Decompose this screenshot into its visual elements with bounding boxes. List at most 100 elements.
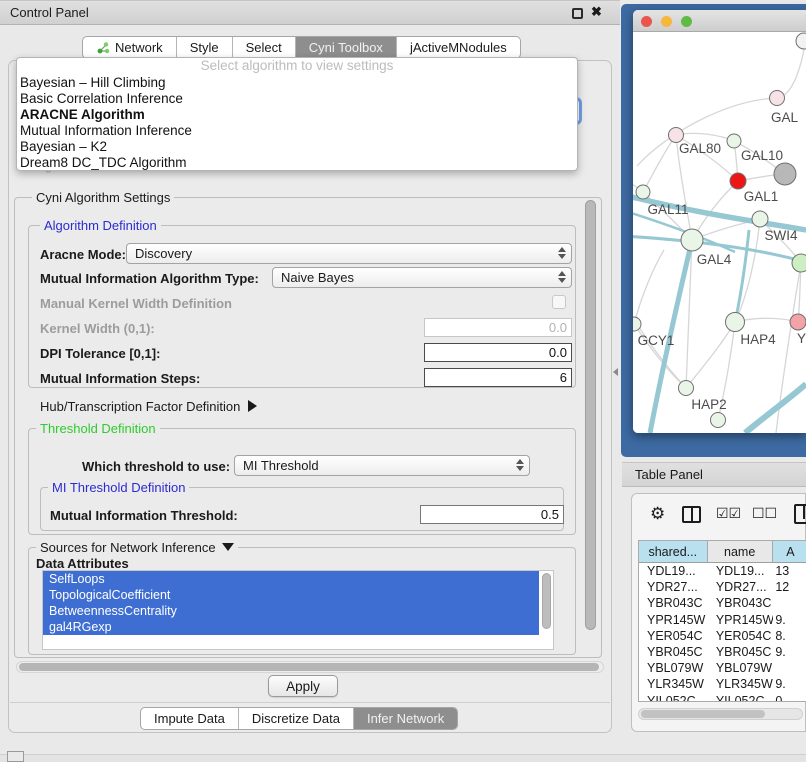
aracne-mode-combobox[interactable]: Discovery (126, 243, 572, 264)
attribute-item-selected[interactable]: gal4RGexp (43, 619, 539, 635)
dropdown-item[interactable]: Bayesian – Hill Climbing (17, 75, 577, 91)
mi-type-combobox[interactable]: Naive Bayes (272, 267, 572, 288)
dropdown-item[interactable]: Basic Correlation Inference (17, 91, 577, 107)
column-header-partial[interactable]: A (773, 541, 806, 562)
tab-jactivemnodules[interactable]: jActiveMNodules (397, 37, 520, 58)
data-attributes-list[interactable]: SelfLoopsTopologicalCoefficientBetweenne… (42, 570, 554, 650)
float-panel-icon[interactable] (572, 8, 583, 19)
dropdown-item[interactable]: Dream8 DC_TDC Algorithm (17, 155, 577, 171)
network-window[interactable]: GAL80 GAL10 GAL1 GAL11 SWI4 GAL4 GCY1 HA… (633, 10, 806, 433)
splitter-collapse-icon[interactable] (613, 368, 618, 376)
attribute-item-selected[interactable]: BetweennessCentrality (43, 603, 539, 619)
application-root: Control Panel ✖ Network Style Select Cyn… (0, 0, 806, 762)
label-gal-partial: GAL (771, 110, 799, 125)
node-y-partial[interactable] (790, 314, 806, 330)
table-row[interactable]: YIL052CYIL052C0. (639, 693, 806, 703)
algorithm-definition-title: Algorithm Definition (40, 218, 161, 233)
select-all-checkboxes-icon[interactable]: ☑☑ (716, 505, 741, 522)
tab-cyni-toolbox[interactable]: Cyni Toolbox (296, 37, 397, 58)
split-pane-icon[interactable] (682, 506, 701, 523)
manual-kernel-label: Manual Kernel Width Definition (40, 296, 232, 311)
tab-network[interactable]: Network (83, 37, 177, 58)
threshold-definition-title: Threshold Definition (36, 421, 160, 436)
network-window-titlebar[interactable] (633, 10, 806, 32)
mi-threshold-label: Mutual Information Threshold: (50, 508, 238, 523)
node-gal10[interactable] (727, 134, 741, 148)
table-panel-body: ⚙ ☑☑ ☐☐ shared... name A YDL19...YDL19..… (631, 493, 806, 732)
close-panel-icon[interactable]: ✖ (591, 4, 602, 20)
add-column-icon[interactable] (794, 504, 806, 524)
dpi-tolerance-label: DPI Tolerance [0,1]: (40, 346, 160, 361)
column-header-name[interactable]: name (708, 541, 773, 562)
stepper-arrows-icon (516, 459, 524, 471)
window-minimize-icon[interactable] (661, 16, 672, 27)
table-row[interactable]: YPR145WYPR145W9. (639, 612, 806, 628)
attribute-item-selected[interactable]: TopologicalCoefficient (43, 587, 539, 603)
table-panel-titlebar: Table Panel (622, 462, 806, 487)
network-icon (96, 41, 110, 55)
dropdown-item[interactable]: ARACNE Algorithm (17, 107, 577, 123)
network-graph: GAL80 GAL10 GAL1 GAL11 SWI4 GAL4 GCY1 HA… (633, 32, 806, 433)
collapse-down-icon (222, 543, 234, 551)
which-threshold-combobox[interactable]: MI Threshold (234, 455, 530, 476)
hub-definition-toggle[interactable]: Hub/Transcription Factor Definition (40, 399, 257, 414)
tab-discretize-data[interactable]: Discretize Data (239, 708, 354, 729)
attribute-table[interactable]: shared... name A YDL19...YDL19...13YDR27… (638, 540, 806, 702)
deselect-all-checkboxes-icon[interactable]: ☐☐ (752, 505, 777, 522)
table-row[interactable]: YBR045CYBR045C9. (639, 644, 806, 660)
settings-vertical-scrollbar[interactable] (585, 200, 596, 652)
control-panel-titlebar: Control Panel ✖ (0, 0, 620, 25)
control-panel-title: Control Panel (10, 5, 89, 20)
table-row[interactable]: YER054CYER054C8. (639, 628, 806, 644)
which-threshold-label: Which threshold to use: (82, 459, 230, 474)
attributes-scrollbar[interactable] (542, 573, 551, 647)
attribute-item-selected[interactable]: SelfLoops (43, 571, 539, 587)
node-top-partial[interactable] (796, 33, 806, 49)
dropdown-item[interactable]: Bayesian – K2 (17, 139, 577, 155)
gear-icon[interactable]: ⚙ (650, 504, 665, 524)
table-row[interactable]: YBR043CYBR043C (639, 595, 806, 611)
table-row[interactable]: YLR345WYLR345W9. (639, 676, 806, 692)
table-toolbar: ⚙ ☑☑ ☐☐ (632, 500, 806, 534)
node-gal4[interactable] (681, 229, 703, 251)
kernel-width-field[interactable]: 0.0 (424, 318, 572, 337)
tab-infer-network[interactable]: Infer Network (354, 708, 457, 729)
algorithm-dropdown-popup: Select algorithm to view settings Bayesi… (16, 57, 578, 171)
table-row[interactable]: YDR27...YDR27...12 (639, 579, 806, 595)
bottom-left-widget[interactable] (7, 751, 24, 762)
node-gal1-selected[interactable] (730, 173, 746, 189)
tab-style[interactable]: Style (177, 37, 233, 58)
label-hap4: HAP4 (740, 332, 776, 347)
node-gray[interactable] (774, 163, 796, 185)
tab-impute-data[interactable]: Impute Data (141, 708, 239, 729)
stepper-arrows-icon (558, 247, 566, 259)
tab-select[interactable]: Select (233, 37, 296, 58)
node-bottom[interactable] (711, 413, 726, 428)
network-canvas[interactable]: GAL80 GAL10 GAL1 GAL11 SWI4 GAL4 GCY1 HA… (633, 32, 806, 433)
window-zoom-icon[interactable] (681, 16, 692, 27)
table-horizontal-scrollbar[interactable] (638, 708, 803, 720)
node-swi4[interactable] (752, 211, 768, 227)
node-gal11[interactable] (636, 185, 650, 199)
table-row[interactable]: YDL19...YDL19...13 (639, 563, 806, 579)
dropdown-item[interactable]: Mutual Information Inference (17, 123, 577, 139)
aracne-mode-label: Aracne Mode: (40, 247, 126, 262)
column-header-shared-name[interactable]: shared... (639, 541, 708, 562)
node-hap4[interactable] (726, 313, 745, 332)
label-swi4: SWI4 (764, 228, 797, 243)
window-close-icon[interactable] (641, 16, 652, 27)
control-panel-tabbar: Network Style Select Cyni Toolbox jActiv… (82, 36, 521, 59)
dpi-tolerance-field[interactable]: 0.0 (424, 343, 572, 362)
node-hap2[interactable] (679, 381, 694, 396)
manual-kernel-checkbox[interactable] (552, 295, 566, 309)
cyni-mode-tabbar: Impute Data Discretize Data Infer Networ… (140, 707, 458, 730)
mi-threshold-field[interactable]: 0.5 (420, 505, 564, 524)
settings-horizontal-scrollbar[interactable] (16, 661, 604, 673)
sources-group-title[interactable]: Sources for Network Inference (36, 540, 238, 555)
apply-button[interactable]: Apply (268, 675, 338, 697)
table-row[interactable]: YBL079WYBL079W (639, 660, 806, 676)
node-right-green[interactable] (792, 254, 806, 272)
mi-steps-field[interactable]: 6 (424, 368, 572, 387)
node-gal-partial[interactable] (770, 91, 785, 106)
data-attributes-label: Data Attributes (36, 556, 129, 571)
